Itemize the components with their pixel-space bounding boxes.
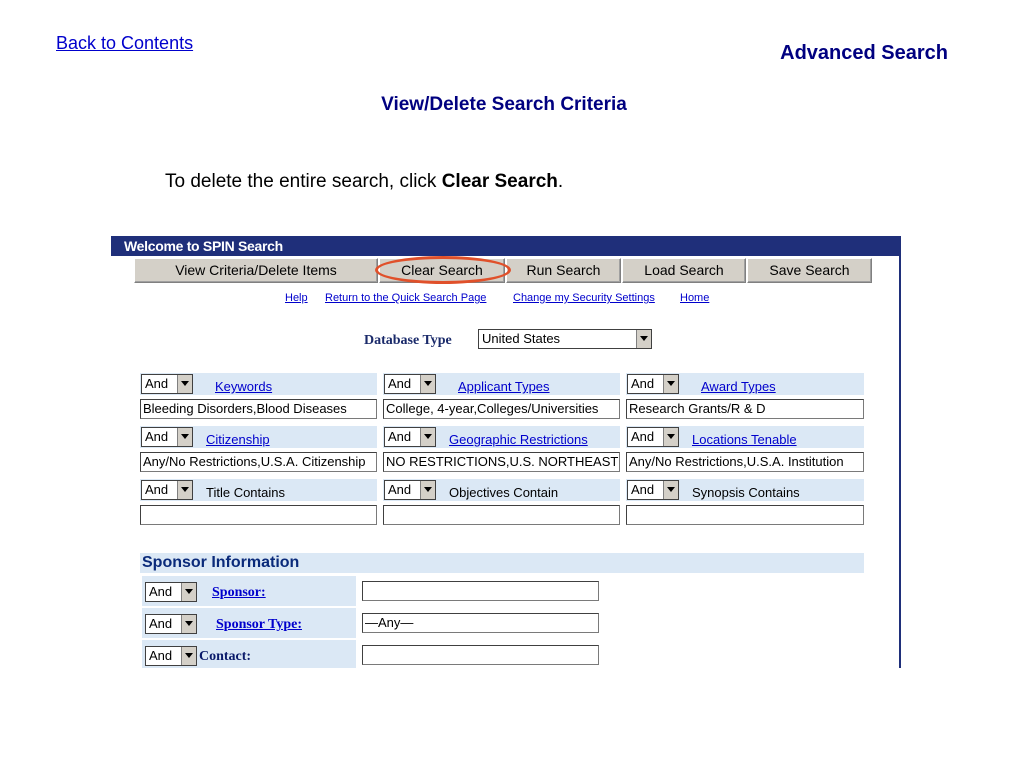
- sponsor-value-sponsor[interactable]: [362, 581, 599, 601]
- operator-select[interactable]: And: [384, 427, 436, 447]
- dropdown-arrow-icon: [636, 330, 652, 348]
- operator-value: And: [149, 616, 173, 631]
- operator-value: And: [388, 482, 412, 497]
- section-title: View/Delete Search Criteria: [381, 94, 627, 115]
- load-search-button[interactable]: Load Search: [622, 258, 746, 283]
- criteria-label-citizenship[interactable]: Citizenship: [206, 432, 270, 447]
- criteria-label-keywords[interactable]: Keywords: [215, 379, 272, 394]
- sponsor-value-contact[interactable]: [362, 645, 599, 665]
- sponsor-header: Sponsor Information: [140, 553, 864, 573]
- operator-value: And: [149, 648, 173, 663]
- criteria-label-geographic-restrictions[interactable]: Geographic Restrictions: [449, 432, 588, 447]
- sponsor-label-contact: Contact:: [199, 649, 252, 664]
- criteria-value-award-types[interactable]: Research Grants/R & D: [626, 399, 864, 419]
- operator-select[interactable]: And: [145, 646, 197, 666]
- criteria-label-applicant-types[interactable]: Applicant Types: [458, 379, 550, 394]
- operator-value: And: [145, 429, 169, 444]
- run-search-button[interactable]: Run Search: [506, 258, 621, 283]
- dropdown-arrow-icon: [663, 428, 679, 446]
- security-settings-link[interactable]: Change my Security Settings: [513, 292, 655, 304]
- database-type-label: Database Type: [364, 333, 452, 348]
- quick-search-link[interactable]: Return to the Quick Search Page: [325, 292, 486, 304]
- operator-select[interactable]: And: [627, 480, 679, 500]
- clear-search-button[interactable]: Clear Search: [379, 258, 505, 283]
- dropdown-arrow-icon: [663, 481, 679, 499]
- criteria-value-synopsis-contains[interactable]: [626, 505, 864, 525]
- criteria-label-title-contains: Title Contains: [206, 485, 285, 500]
- criteria-label-locations-tenable[interactable]: Locations Tenable: [692, 432, 797, 447]
- sponsor-value-sponsor-type[interactable]: —Any—: [362, 613, 599, 633]
- criteria-label-award-types[interactable]: Award Types: [701, 379, 776, 394]
- criteria-value-applicant-types[interactable]: College, 4-year,Colleges/Universities: [383, 399, 620, 419]
- dropdown-arrow-icon: [420, 428, 436, 446]
- save-search-button[interactable]: Save Search: [747, 258, 872, 283]
- criteria-value-citizenship[interactable]: Any/No Restrictions,U.S.A. Citizenship: [140, 452, 377, 472]
- criteria-label-synopsis-contains: Synopsis Contains: [692, 485, 800, 500]
- operator-value: And: [145, 376, 169, 391]
- operator-value: And: [388, 429, 412, 444]
- dropdown-arrow-icon: [420, 481, 436, 499]
- operator-value: And: [631, 429, 655, 444]
- operator-select[interactable]: And: [384, 374, 436, 394]
- view-criteria-button[interactable]: View Criteria/Delete Items: [134, 258, 378, 283]
- criteria-value-locations-tenable[interactable]: Any/No Restrictions,U.S.A. Institution: [626, 452, 864, 472]
- home-link[interactable]: Home: [680, 292, 709, 304]
- operator-value: And: [145, 482, 169, 497]
- operator-select[interactable]: And: [627, 374, 679, 394]
- operator-value: And: [631, 376, 655, 391]
- slide-title: Advanced Search: [780, 42, 948, 64]
- criteria-label-objectives-contain: Objectives Contain: [449, 485, 559, 500]
- dropdown-arrow-icon: [181, 583, 197, 601]
- instruction-bold: Clear Search: [441, 171, 558, 192]
- database-type-value: United States: [482, 331, 561, 346]
- instruction-suffix: .: [557, 171, 564, 192]
- spin-search-screenshot: Welcome to SPIN Search View Criteria/Del…: [111, 236, 901, 668]
- dropdown-arrow-icon: [177, 375, 193, 393]
- dropdown-arrow-icon: [420, 375, 436, 393]
- database-type-select[interactable]: United States: [478, 329, 652, 349]
- operator-select[interactable]: And: [627, 427, 679, 447]
- welcome-bar: Welcome to SPIN Search: [111, 236, 899, 256]
- operator-select[interactable]: And: [145, 614, 197, 634]
- dropdown-arrow-icon: [181, 615, 197, 633]
- operator-value: And: [149, 584, 173, 599]
- back-to-contents-link[interactable]: Back to Contents: [56, 33, 193, 54]
- help-link[interactable]: Help: [285, 292, 308, 304]
- criteria-value-title-contains[interactable]: [140, 505, 377, 525]
- operator-select[interactable]: And: [384, 480, 436, 500]
- dropdown-arrow-icon: [177, 481, 193, 499]
- operator-value: And: [388, 376, 412, 391]
- instruction-prefix: To delete the entire search, click: [165, 171, 442, 192]
- operator-select[interactable]: And: [141, 480, 193, 500]
- sponsor-label-sponsor[interactable]: Sponsor:: [212, 585, 266, 601]
- criteria-value-keywords[interactable]: Bleeding Disorders,Blood Diseases: [140, 399, 377, 419]
- criteria-value-objectives-contain[interactable]: [383, 505, 620, 525]
- operator-value: And: [631, 482, 655, 497]
- dropdown-arrow-icon: [181, 647, 197, 665]
- operator-select[interactable]: And: [145, 582, 197, 602]
- instruction-text: To delete the entire search, click Clear…: [165, 171, 563, 193]
- criteria-value-geographic-restrictions[interactable]: NO RESTRICTIONS,U.S. NORTHEAST: [383, 452, 620, 472]
- operator-select[interactable]: And: [141, 427, 193, 447]
- sponsor-label-sponsor-type[interactable]: Sponsor Type:: [216, 617, 302, 633]
- operator-select[interactable]: And: [141, 374, 193, 394]
- dropdown-arrow-icon: [663, 375, 679, 393]
- dropdown-arrow-icon: [177, 428, 193, 446]
